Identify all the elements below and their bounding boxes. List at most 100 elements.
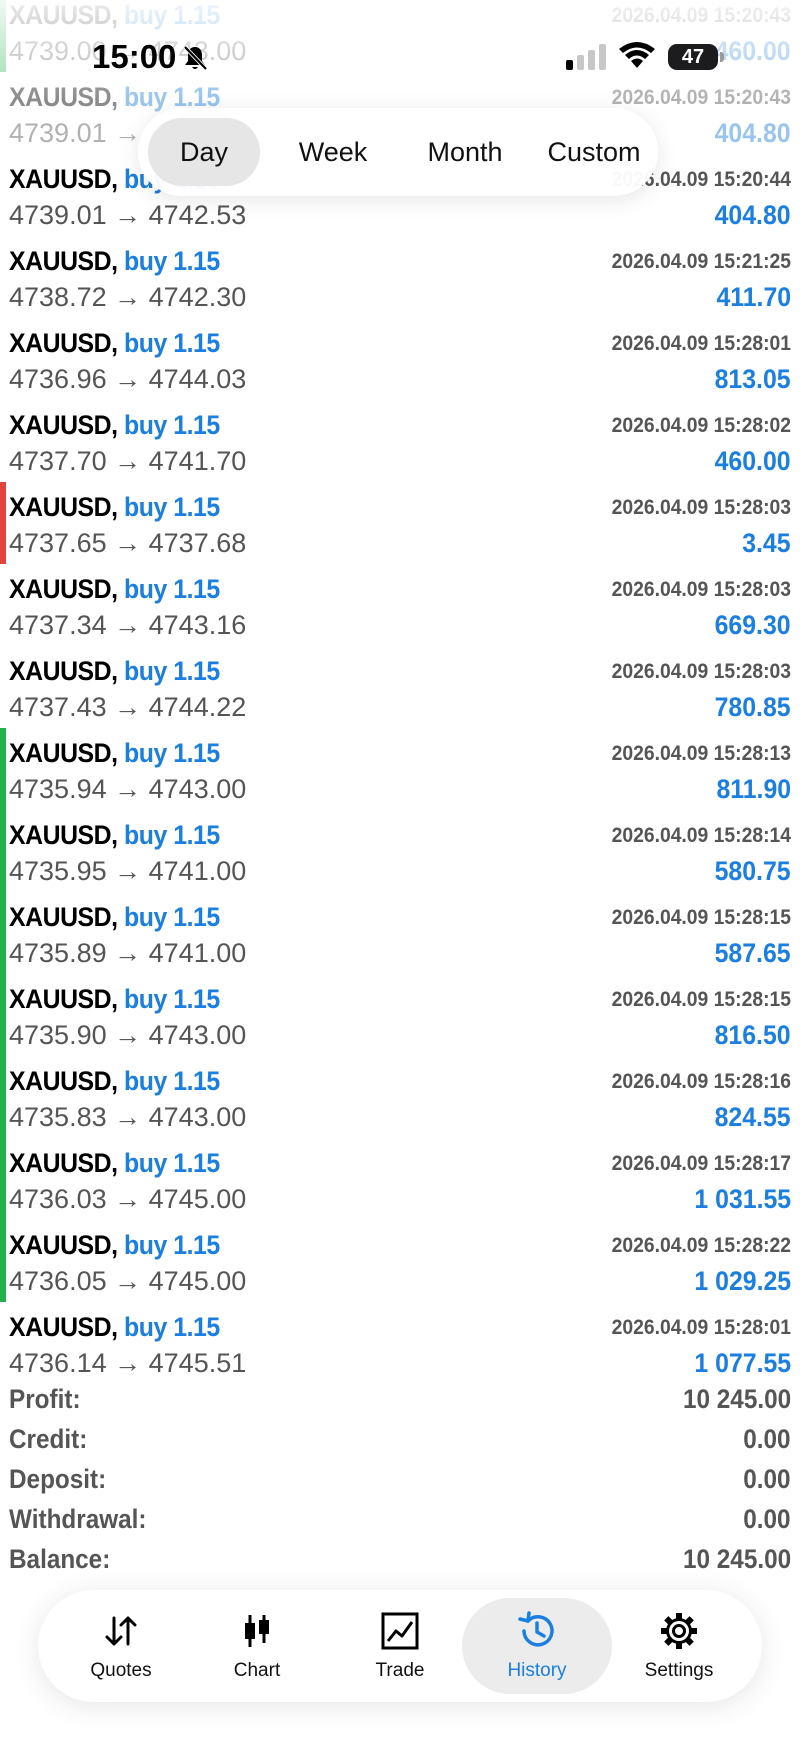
trade-symbol: XAUUSD, buy 1.15	[9, 574, 220, 605]
quotes-arrows-icon	[100, 1610, 142, 1652]
trade-row[interactable]: XAUUSD, buy 1.15 2026.04.09 15:28:13 4735.…	[0, 728, 800, 810]
arrow-right-icon: →	[114, 938, 142, 968]
trade-row[interactable]: XAUUSD, buy 1.15 2026.04.09 15:28:01 4736.…	[0, 318, 800, 400]
trade-prices: 4736.14 → 4745.51	[9, 1348, 246, 1379]
open-price: 4735.95	[9, 856, 107, 886]
trade-symbol: XAUUSD, buy 1.15	[9, 328, 220, 359]
arrow-right-icon: →	[114, 774, 142, 804]
result-indicator-bar	[0, 728, 6, 810]
close-price: 4744.22	[148, 692, 247, 722]
close-price: 4742.30	[148, 282, 247, 312]
arrow-right-icon: →	[114, 118, 142, 148]
close-price: 4737.68	[148, 528, 247, 558]
tab-trade-label: Trade	[375, 1660, 425, 1681]
trade-row[interactable]: XAUUSD, buy 1.15 2026.04.09 15:28:22 4736.…	[0, 1220, 800, 1302]
trade-prices: 4737.65 → 4737.68	[9, 528, 246, 559]
trade-symbol-name: XAUUSD,	[9, 1148, 118, 1178]
tab-chart[interactable]: Chart	[182, 1598, 332, 1694]
arrow-right-icon: →	[114, 692, 142, 722]
trade-row[interactable]: XAUUSD, buy 1.15 2026.04.09 15:28:03 4737.…	[0, 482, 800, 564]
trade-prices: 4735.83 → 4743.00	[9, 1102, 246, 1133]
tab-quotes[interactable]: Quotes	[46, 1598, 196, 1694]
trade-symbol-name: XAUUSD,	[9, 984, 118, 1014]
trade-prices: 4737.34 → 4743.16	[9, 610, 246, 641]
trade-row[interactable]: XAUUSD, buy 1.15 2026.04.09 15:28:02 4737.…	[0, 400, 800, 482]
status-time: 15:00	[92, 38, 177, 75]
tab-month[interactable]: Month	[400, 118, 530, 186]
trade-row[interactable]: XAUUSD, buy 1.15 2026.04.09 15:28:15 4735.…	[0, 974, 800, 1056]
summary-label: Balance:	[9, 1544, 111, 1574]
tab-chart-label: Chart	[233, 1660, 281, 1681]
tab-history[interactable]: History	[462, 1598, 612, 1694]
open-price: 4735.90	[9, 1020, 107, 1050]
tab-week-label: Week	[298, 137, 368, 167]
trade-prices: 4735.94 → 4743.00	[9, 774, 246, 805]
tab-custom-label: Custom	[547, 137, 641, 167]
tab-settings[interactable]: Settings	[604, 1598, 754, 1694]
trade-side-volume: buy 1.15	[124, 738, 220, 768]
trade-symbol: XAUUSD, buy 1.15	[9, 1312, 220, 1343]
trade-symbol: XAUUSD, buy 1.15	[9, 820, 220, 851]
trade-row[interactable]: XAUUSD, buy 1.15 2026.04.09 15:28:14 4735.…	[0, 810, 800, 892]
trade-row[interactable]: XAUUSD, buy 1.15 2026.04.09 15:28:01 4736.…	[0, 1302, 800, 1384]
trade-profit: 824.55	[715, 1102, 791, 1132]
trade-prices: 4735.95 → 4741.00	[9, 856, 246, 887]
trade-time: 2026.04.09 15:21:25	[611, 250, 791, 273]
tab-day[interactable]: Day	[148, 118, 260, 186]
trade-row[interactable]: XAUUSD, buy 1.15 2026.04.09 15:28:03 4737.…	[0, 646, 800, 728]
trade-row[interactable]: XAUUSD, buy 1.15 2026.04.09 15:28:03 4737.…	[0, 564, 800, 646]
trade-row[interactable]: XAUUSD, buy 1.15 2026.04.09 15:28:17 4736.…	[0, 1138, 800, 1220]
tab-settings-label: Settings	[644, 1660, 714, 1681]
trade-chart-icon	[379, 1610, 421, 1652]
trade-profit: 816.50	[715, 1020, 791, 1050]
tab-history-label: History	[507, 1660, 567, 1681]
trade-symbol-name: XAUUSD,	[9, 328, 118, 358]
trade-symbol-name: XAUUSD,	[9, 246, 118, 276]
trade-profit: 404.80	[715, 200, 791, 230]
trade-profit: 580.75	[715, 856, 791, 886]
candlestick-icon	[236, 1610, 278, 1652]
trade-side-volume: buy 1.15	[124, 1066, 220, 1096]
open-price: 4737.65	[9, 528, 107, 558]
battery-tip	[720, 52, 724, 62]
trade-side-volume: buy 1.15	[124, 492, 220, 522]
cellular-signal-icon	[566, 44, 608, 75]
tab-week[interactable]: Week	[273, 118, 393, 186]
trade-row[interactable]: XAUUSD, buy 1.15 2026.04.09 15:28:15 4735.…	[0, 892, 800, 974]
open-price: 4736.03	[9, 1184, 107, 1214]
result-indicator-bar	[0, 482, 6, 564]
wifi-icon	[618, 42, 656, 75]
trade-time: 2026.04.09 15:28:15	[611, 906, 791, 929]
trade-row[interactable]: XAUUSD, buy 1.15 2026.04.09 15:28:16 4735.…	[0, 1056, 800, 1138]
summary-row: Credit: 0.00	[0, 1420, 800, 1460]
trade-symbol: XAUUSD, buy 1.15	[9, 738, 220, 769]
trade-profit: 669.30	[715, 610, 791, 640]
trade-profit: 811.90	[716, 774, 791, 804]
period-segmented-control: Day Week Month Custom	[138, 108, 658, 196]
tab-custom[interactable]: Custom	[532, 118, 656, 186]
open-price: 4737.34	[9, 610, 107, 640]
trade-symbol-name: XAUUSD,	[9, 1066, 118, 1096]
open-price: 4736.14	[9, 1348, 107, 1378]
close-price: 4743.16	[148, 610, 247, 640]
gear-icon	[658, 1610, 700, 1652]
trade-prices: 4735.89 → 4741.00	[9, 938, 246, 969]
trade-side-volume: buy 1.15	[124, 1312, 220, 1342]
arrow-right-icon: →	[114, 610, 142, 640]
tab-trade[interactable]: Trade	[325, 1598, 475, 1694]
trade-profit: 813.05	[715, 364, 791, 394]
close-price: 4745.00	[148, 1184, 247, 1214]
trade-side-volume: buy 1.15	[124, 328, 220, 358]
trade-side-volume: buy 1.15	[124, 1148, 220, 1178]
bottom-tab-bar: Quotes Chart Trade History Settings	[38, 1590, 762, 1702]
trade-prices: 4738.72 → 4742.30	[9, 282, 246, 313]
trade-symbol-name: XAUUSD,	[9, 656, 118, 686]
trade-side-volume: buy 1.15	[124, 656, 220, 686]
trade-row[interactable]: XAUUSD, buy 1.15 2026.04.09 15:21:25 4738.…	[0, 236, 800, 318]
trade-time: 2026.04.09 15:28:01	[611, 1316, 791, 1339]
trade-profit: 3.45	[742, 528, 791, 558]
trade-prices: 4736.05 → 4745.00	[9, 1266, 246, 1297]
trade-profit: 1 031.55	[694, 1184, 791, 1214]
trade-time: 2026.04.09 15:28:01	[611, 332, 791, 355]
arrow-right-icon: →	[114, 1184, 142, 1214]
